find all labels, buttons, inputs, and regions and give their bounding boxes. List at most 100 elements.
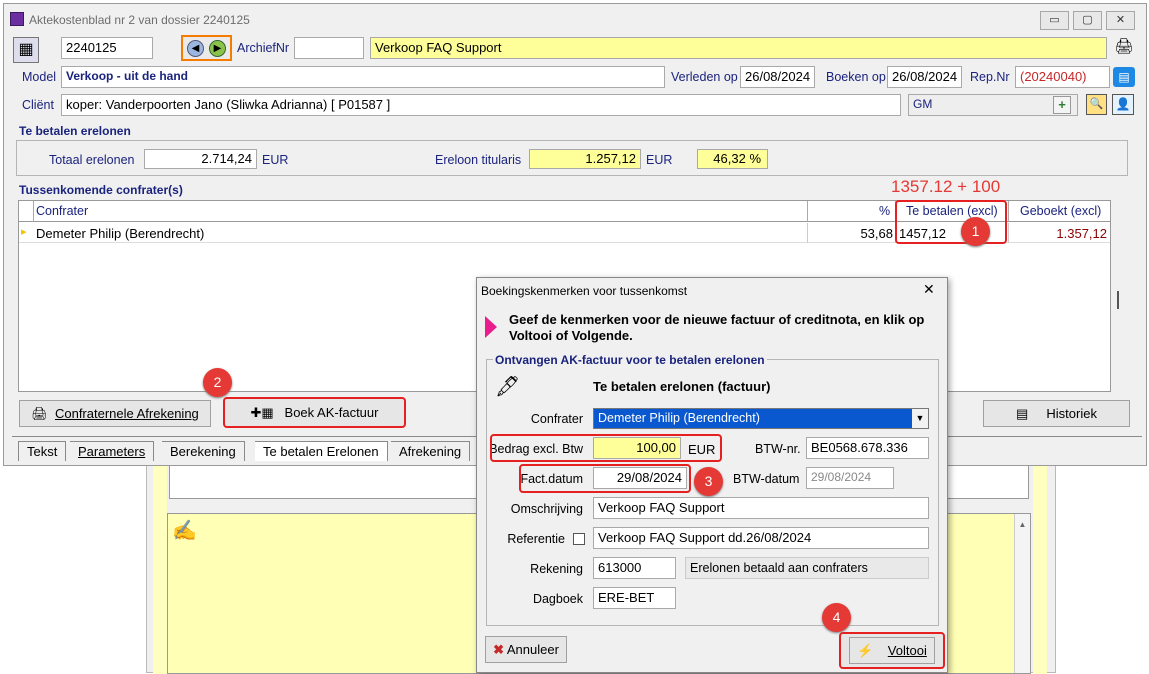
rekening-label: Rekening <box>530 562 583 576</box>
description-input[interactable]: Verkoop FAQ Support <box>370 37 1107 59</box>
model-label: Model <box>22 70 57 84</box>
dialog-close-button[interactable]: ✕ <box>923 281 935 298</box>
percent-input[interactable]: 46,32 % <box>697 149 768 169</box>
lightning-icon: ⚡ <box>857 643 874 658</box>
dagboek-label: Dagboek <box>532 592 583 606</box>
voltooi-button-frame: ⚡ Voltooi <box>839 632 945 669</box>
add-icon[interactable]: + <box>1053 96 1071 114</box>
calculator-icon[interactable]: ▦ <box>13 37 39 63</box>
rekening-description: Erelonen betaald aan confraters <box>685 557 929 579</box>
referentie-input[interactable]: Verkoop FAQ Support dd.26/08/2024 <box>593 527 929 549</box>
voltooi-button[interactable]: ⚡ Voltooi <box>849 637 935 664</box>
verleden-label: Verleden op <box>671 70 738 84</box>
afrekening-button[interactable]: 🖨 Confraternele Afrekening <box>19 400 211 427</box>
referentie-label: Referentie <box>507 532 565 546</box>
next-icon[interactable]: ▶ <box>209 40 226 57</box>
minimize-button[interactable]: ▭ <box>1040 11 1069 30</box>
totaal-input[interactable]: 2.714,24 <box>144 149 257 169</box>
search-person-icon[interactable]: 🔍 <box>1086 94 1107 115</box>
btwdatum-input[interactable]: 29/08/2024 <box>806 467 894 489</box>
right-margin-strip <box>1033 459 1047 674</box>
close-button[interactable]: ✕ <box>1106 11 1135 30</box>
confrater-select[interactable]: Demeter Philip (Berendrecht) ▼ <box>593 408 929 429</box>
dialog-instruction: Geef de kenmerken voor de nieuwe factuur… <box>509 312 925 343</box>
row-confrater-name: Demeter Philip (Berendrecht) <box>36 226 205 241</box>
row-percent: 53,68 <box>860 226 893 241</box>
highlight-te-betalen <box>895 200 1007 244</box>
erelonen-group-label: Te betalen erelonen <box>19 124 131 138</box>
row-marker-icon: ▸ <box>21 226 27 238</box>
document-person-icon: 🖋 <box>495 376 521 398</box>
voltooi-button-label: Voltooi <box>887 643 927 658</box>
confraters-section-label: Tussenkomende confrater(s) <box>19 183 183 197</box>
step-badge-3: 3 <box>694 467 723 496</box>
afrekening-button-label: Confraternele Afrekening <box>54 406 199 421</box>
tab-afrekening[interactable]: Afrekening <box>391 441 471 461</box>
annotation-text: 1357.12 + 100 <box>891 177 1001 196</box>
step-badge-2: 2 <box>203 368 232 397</box>
arrow-icon <box>485 316 497 338</box>
left-margin-strip <box>153 459 167 674</box>
archief-label: ArchiefNr <box>237 41 290 55</box>
pen-note-icon: ✍ <box>172 520 197 542</box>
app-icon <box>10 12 24 26</box>
client-label: Cliënt <box>22 98 54 112</box>
rekening-input[interactable]: 613000 <box>593 557 676 579</box>
dossier-input[interactable]: 2240125 <box>61 37 153 59</box>
maximize-button[interactable]: ▢ <box>1073 11 1102 30</box>
col-percent[interactable]: % <box>879 204 890 218</box>
annuleer-button[interactable]: ✖ Annuleer <box>485 636 567 663</box>
tab-tekst[interactable]: Tekst <box>18 441 67 461</box>
col-geboekt[interactable]: Geboekt (excl) <box>1020 204 1101 218</box>
nav-buttons-group: ◀ ▶ <box>181 35 232 61</box>
window-title: Aktekostenblad nr 2 van dossier 2240125 <box>29 13 250 27</box>
dialog-heading: Te betalen erelonen (factuur) <box>593 379 771 394</box>
titularis-label: Ereloon titularis <box>435 153 522 167</box>
referentie-checkbox[interactable] <box>573 533 585 545</box>
annuleer-button-label: Annuleer <box>506 642 559 657</box>
confrater-select-value: Demeter Philip (Berendrecht) <box>598 411 760 425</box>
btwnr-input[interactable]: BE0568.678.336 <box>806 437 929 459</box>
tab-parameters[interactable]: Parameters <box>70 441 155 461</box>
client-input[interactable]: koper: Vanderpoorten Jano (Sliwka Adrian… <box>61 94 901 116</box>
table-scrollbar-thumb[interactable] <box>1117 291 1119 309</box>
cancel-icon: ✖ <box>493 642 504 657</box>
historiek-button[interactable]: ▤ Historiek <box>983 400 1130 427</box>
verleden-input[interactable]: 26/08/2024 <box>740 66 815 88</box>
title-bar: Aktekostenblad nr 2 van dossier 2240125 … <box>4 4 1146 35</box>
omschrijving-input[interactable]: Verkoop FAQ Support <box>593 497 929 519</box>
step-badge-1: 1 <box>961 217 990 246</box>
boeken-input[interactable]: 26/08/2024 <box>887 66 962 88</box>
highlight-bedrag <box>490 434 722 462</box>
dialog-title: Boekingskenmerken voor tussenkomst <box>481 284 688 298</box>
titularis-input[interactable]: 1.257,12 <box>529 149 641 169</box>
historiek-button-label: Historiek <box>1046 406 1097 421</box>
btwnr-label: BTW-nr. <box>755 442 801 456</box>
boek-button-label: Boek AK-factuur <box>284 405 379 420</box>
boek-ak-factuur-button[interactable]: ✚▦ Boek AK-factuur <box>223 397 406 428</box>
notes-scrollbar[interactable]: ▲ <box>1014 514 1030 673</box>
omschrijving-label: Omschrijving <box>510 502 583 516</box>
confrater-label: Confrater <box>530 412 583 426</box>
totaal-label: Totaal erelonen <box>49 153 135 167</box>
dagboek-input[interactable]: ERE-BET <box>593 587 676 609</box>
col-confrater[interactable]: Confrater <box>36 204 88 218</box>
previous-icon[interactable]: ◀ <box>187 40 204 57</box>
rep-input[interactable]: (20240040) <box>1015 66 1110 88</box>
tab-berekening[interactable]: Berekening <box>162 441 245 461</box>
person-card-icon[interactable]: 👤 <box>1112 94 1134 115</box>
printer-icon[interactable]: 🖨 <box>1113 37 1135 59</box>
totaal-unit: EUR <box>262 153 289 167</box>
boeken-label: Boeken op <box>826 70 886 84</box>
chevron-down-icon[interactable]: ▼ <box>912 409 928 428</box>
highlight-factdatum <box>519 464 691 493</box>
row-geboekt: 1.357,12 <box>1056 226 1107 241</box>
tab-te-betalen-erelonen[interactable]: Te betalen Erelonen <box>255 441 388 461</box>
dialog-group-label: Ontvangen AK-factuur voor te betalen ere… <box>493 353 767 367</box>
step-badge-4: 4 <box>822 603 851 632</box>
model-input[interactable]: Verkoop - uit de hand <box>61 66 665 88</box>
book-icon[interactable]: ▤ <box>1113 67 1135 87</box>
printer-icon: 🖨 <box>31 406 48 421</box>
btwdatum-label: BTW-datum <box>733 472 800 486</box>
archief-input[interactable] <box>294 37 364 59</box>
